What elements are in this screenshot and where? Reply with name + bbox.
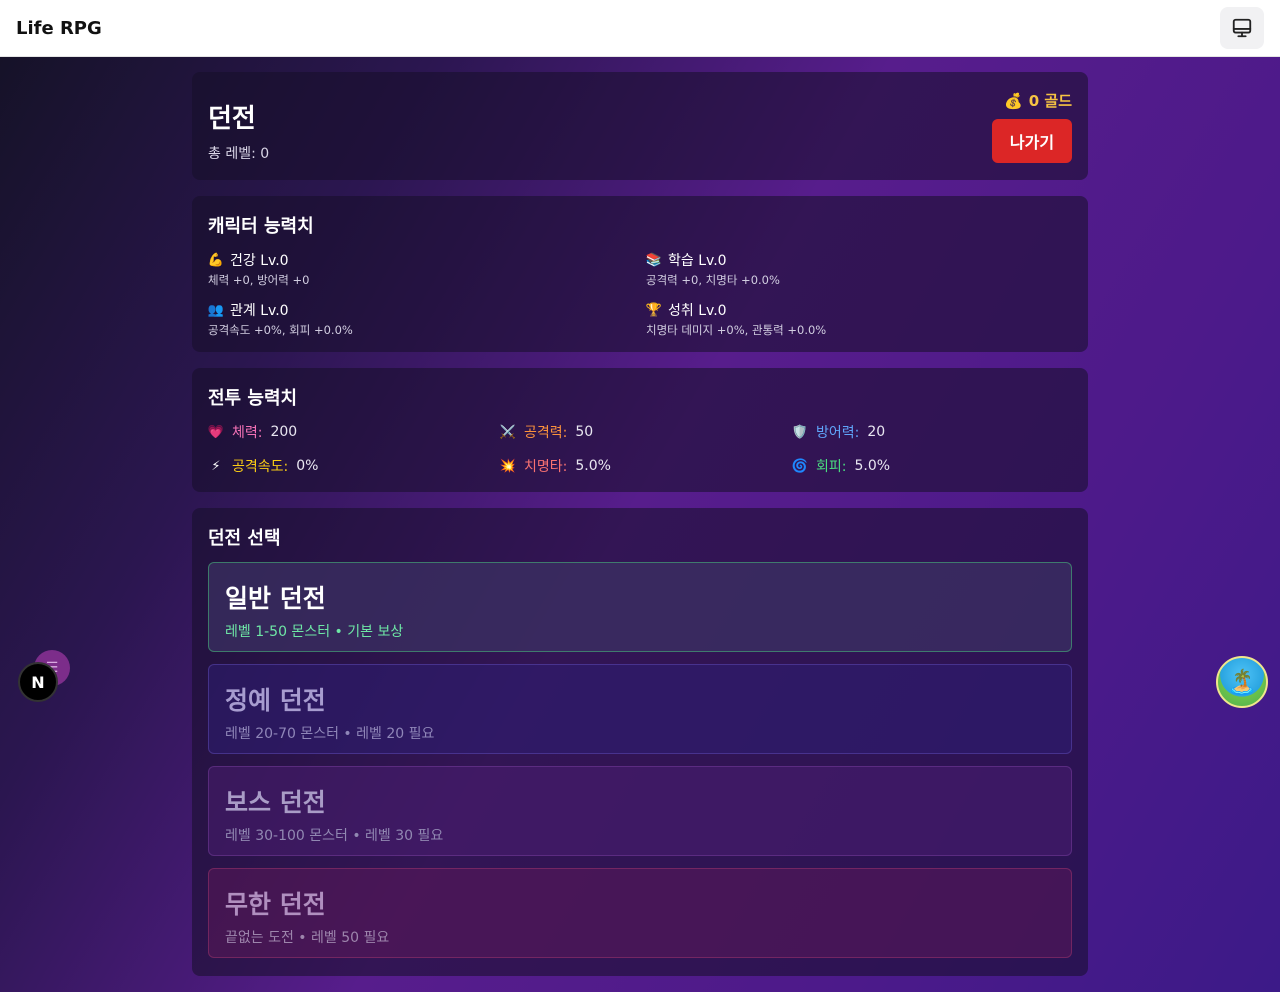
battle-stat-label: 치명타: <box>524 459 568 475</box>
gold-display: 💰 0 골드 <box>1004 90 1072 111</box>
battle-stat-label: 방어력: <box>816 425 860 441</box>
page-title: 던전 <box>208 104 256 134</box>
dungeon-name: 무한 던전 <box>225 890 326 919</box>
total-level: 총 레벨: 0 <box>208 146 270 162</box>
char-stat-name: 학습 Lv.0 <box>668 253 727 269</box>
palm-island-icon: 🏝️ <box>1227 668 1257 696</box>
dungeon-name: 정예 던전 <box>225 686 326 715</box>
battle-stat-value: 5.0% <box>575 458 611 474</box>
battle-stat-value: 5.0% <box>854 458 891 474</box>
people-icon: 👥 <box>207 302 225 318</box>
char-stat-relation: 👥 관계 Lv.0 공격속도 +0%, 회피 +0.0% <box>208 300 646 338</box>
display-toggle-button[interactable] <box>1220 7 1264 49</box>
battle-stat-value: 200 <box>270 424 298 440</box>
battle-stat-hp: 💗 체력: 200 <box>208 422 500 442</box>
battle-stat-label: 체력: <box>232 425 263 441</box>
floating-dev-tools: ☰ N <box>18 650 70 702</box>
nextjs-logo-button[interactable]: N <box>18 662 58 702</box>
battle-stat-attack-speed: ⚡ 공격속도: 0% <box>208 456 500 476</box>
books-icon: 📚 <box>645 252 663 268</box>
dungeon-infinite-button[interactable]: 무한 던전 끝없는 도전 • 레벨 50 필요 <box>208 868 1072 958</box>
money-bag-icon: 💰 <box>1004 91 1023 110</box>
char-stat-desc: 체력 +0, 방어력 +0 <box>208 273 310 287</box>
battle-stats-title: 전투 능력치 <box>208 388 298 409</box>
battle-stats-card: 전투 능력치 💗 체력: 200 ⚔️ 공격력: 50 🛡️ 방어력: 20 ⚡… <box>192 368 1088 492</box>
app-title: Life RPG <box>16 17 102 39</box>
shield-icon: 🛡️ <box>791 424 809 440</box>
battle-stat-attack: ⚔️ 공격력: 50 <box>500 422 792 442</box>
top-bar: Life RPG <box>0 0 1280 57</box>
exit-button[interactable]: 나가기 <box>992 119 1072 163</box>
battle-stat-defense: 🛡️ 방어력: 20 <box>792 422 1072 442</box>
main-content: 던전 총 레벨: 0 💰 0 골드 나가기 캐릭터 능력치 💪 건강 Lv.0 체… <box>192 72 1088 992</box>
battle-stat-label: 공격력: <box>524 425 568 441</box>
dungeon-name: 보스 던전 <box>225 788 326 817</box>
dungeon-normal-button[interactable]: 일반 던전 레벨 1-50 몬스터 • 기본 보상 <box>208 562 1072 652</box>
dungeon-desc: 레벨 30-100 몬스터 • 레벨 30 필요 <box>225 828 444 844</box>
island-avatar-button[interactable]: 🏝️ <box>1216 656 1268 708</box>
char-stat-achievement: 🏆 성취 Lv.0 치명타 데미지 +0%, 관통력 +0.0% <box>646 300 1066 338</box>
dungeon-boss-button[interactable]: 보스 던전 레벨 30-100 몬스터 • 레벨 30 필요 <box>208 766 1072 856</box>
char-stat-desc: 공격속도 +0%, 회피 +0.0% <box>208 323 353 337</box>
character-stats-title: 캐릭터 능력치 <box>208 216 314 237</box>
battle-stat-crit: 💥 치명타: 5.0% <box>500 456 792 476</box>
battle-stat-value: 0% <box>296 458 319 474</box>
dungeon-desc: 레벨 20-70 몬스터 • 레벨 20 필요 <box>225 726 435 742</box>
lightning-icon: ⚡ <box>211 458 221 474</box>
dungeon-desc: 레벨 1-50 몬스터 • 기본 보상 <box>225 624 404 640</box>
dungeon-desc: 끝없는 도전 • 레벨 50 필요 <box>225 930 390 946</box>
char-stat-desc: 공격력 +0, 치명타 +0.0% <box>646 273 780 287</box>
battle-stat-label: 회피: <box>816 459 847 475</box>
battle-stat-value: 50 <box>575 424 594 440</box>
dungeon-header-card: 던전 총 레벨: 0 💰 0 골드 나가기 <box>192 72 1088 180</box>
char-stat-name: 성취 Lv.0 <box>668 303 727 319</box>
heart-icon: 💗 <box>207 424 225 440</box>
character-stats-card: 캐릭터 능력치 💪 건강 Lv.0 체력 +0, 방어력 +0 📚 학습 Lv.0 … <box>192 196 1088 352</box>
char-stat-name: 건강 Lv.0 <box>230 253 289 269</box>
burst-icon: 💥 <box>499 458 517 474</box>
trophy-icon: 🏆 <box>645 302 663 318</box>
char-stat-learning: 📚 학습 Lv.0 공격력 +0, 치명타 +0.0% <box>646 250 1066 288</box>
monitor-icon <box>1232 18 1252 38</box>
battle-stat-evasion: 🌀 회피: 5.0% <box>792 456 1072 476</box>
flexed-biceps-icon: 💪 <box>207 252 225 268</box>
char-stat-health: 💪 건강 Lv.0 체력 +0, 방어력 +0 <box>208 250 646 288</box>
dungeon-select-title: 던전 선택 <box>208 528 281 549</box>
dungeon-select-card: 던전 선택 일반 던전 레벨 1-50 몬스터 • 기본 보상 정예 던전 레벨… <box>192 508 1088 976</box>
char-stat-desc: 치명타 데미지 +0%, 관통력 +0.0% <box>646 323 827 337</box>
crossed-swords-icon: ⚔️ <box>499 424 517 440</box>
cyclone-icon: 🌀 <box>791 458 809 474</box>
dungeon-name: 일반 던전 <box>225 584 326 613</box>
gold-amount: 0 골드 <box>1028 92 1072 110</box>
dungeon-elite-button[interactable]: 정예 던전 레벨 20-70 몬스터 • 레벨 20 필요 <box>208 664 1072 754</box>
battle-stat-label: 공격속도: <box>232 459 289 475</box>
battle-stat-value: 20 <box>867 424 886 440</box>
nextjs-logo-letter: N <box>31 672 45 692</box>
char-stat-name: 관계 Lv.0 <box>230 303 289 319</box>
